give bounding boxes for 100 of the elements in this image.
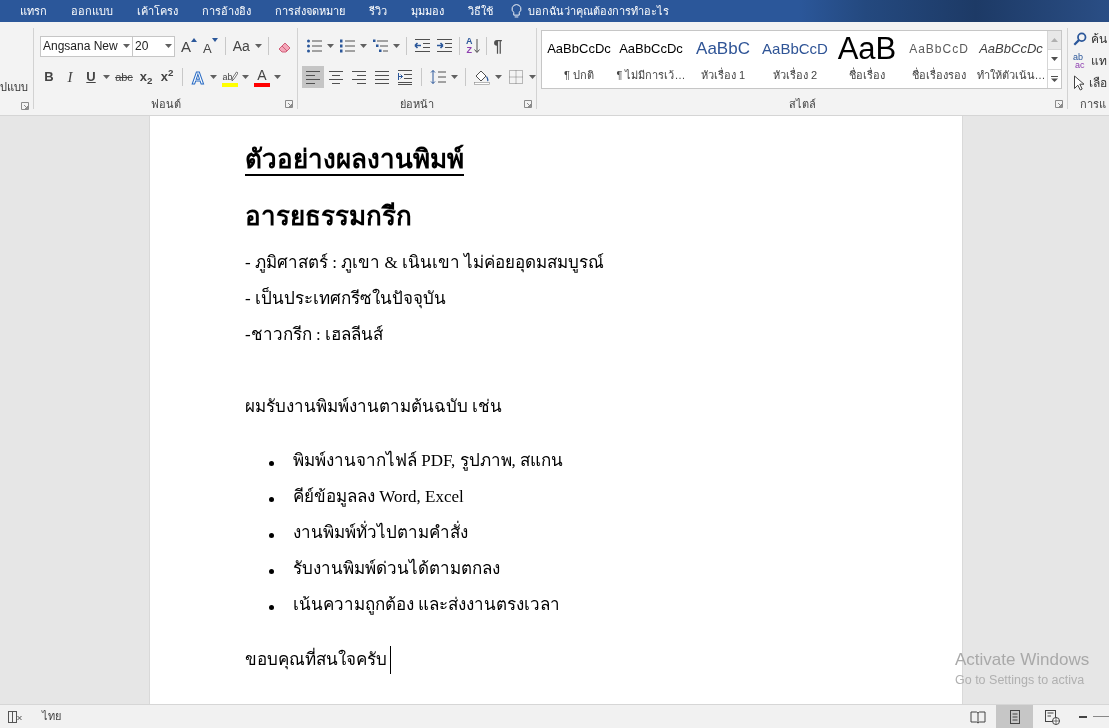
ribbon-tab[interactable]: เค้าโครง xyxy=(125,0,190,22)
language-indicator[interactable]: ไทย xyxy=(42,708,61,725)
subscript-button[interactable]: x$_{2}$ xyxy=(136,66,156,88)
globe-page-icon xyxy=(1043,708,1060,725)
dialog-launcher-icon[interactable] xyxy=(21,102,29,110)
bullet-icon xyxy=(269,568,274,574)
font-size-combo[interactable]: 20 xyxy=(133,35,175,57)
bullet-item-text: คีย์ข้อมูลลง Word, Excel xyxy=(293,486,464,509)
find-button[interactable]: ค้น xyxy=(1073,28,1109,50)
bullet-icon xyxy=(269,496,274,502)
style-preview: AaBbCcD xyxy=(762,39,828,59)
zoom-out-icon[interactable] xyxy=(1079,715,1087,718)
change-case-button[interactable]: Aa xyxy=(229,35,253,57)
style-label: ชื่อเรื่องรอง xyxy=(912,67,966,83)
dialog-launcher-icon[interactable] xyxy=(285,100,293,108)
align-left-icon xyxy=(305,69,321,85)
body-line: - ภูมิศาสตร์ : ภูเขา & เนินเขา ไม่ค่อยอุดมสมบูรณ์ xyxy=(245,251,605,275)
caret-icon[interactable] xyxy=(327,44,334,48)
caret-icon[interactable] xyxy=(254,44,262,48)
lightbulb-icon xyxy=(511,3,522,19)
style-preview: AaBbCcDc xyxy=(547,40,611,58)
font-color-button[interactable]: A xyxy=(252,66,272,88)
search-icon xyxy=(1073,32,1087,46)
proofing-icon[interactable] xyxy=(7,709,23,724)
show-marks-button[interactable]: ¶ xyxy=(490,35,506,57)
caret-icon[interactable] xyxy=(529,75,536,79)
bullet-item-text: เน้นความถูกต้อง และส่งงานตรงเวลา xyxy=(293,594,561,617)
ribbon-tab[interactable]: แทรก xyxy=(8,0,59,22)
dialog-launcher-icon[interactable] xyxy=(1055,100,1063,108)
ribbon-tab[interactable]: การอ้างอิง xyxy=(190,0,263,22)
book-icon xyxy=(969,708,986,725)
style-item[interactable]: AaBbCcD หัวเรื่อง 2 xyxy=(759,31,831,88)
down-arrow-icon xyxy=(473,38,480,54)
underline-button[interactable]: U xyxy=(81,66,101,88)
style-item[interactable]: AaBbCcD ชื่อเรื่องรอง xyxy=(903,31,975,88)
caret-icon[interactable] xyxy=(360,44,367,48)
style-item[interactable]: AaB ชื่อเรื่อง xyxy=(831,31,903,88)
pen-icon xyxy=(230,70,238,82)
shrink-font-button[interactable]: A xyxy=(200,35,221,57)
caret-icon[interactable] xyxy=(123,44,130,48)
line-spacing-icon xyxy=(430,69,446,85)
borders-grid-icon xyxy=(508,69,524,85)
paint-bucket-icon xyxy=(474,69,490,85)
highlight-button[interactable]: ab xyxy=(220,66,240,88)
ribbon-tab[interactable]: การส่งจดหมาย xyxy=(263,0,357,22)
ribbon-tab[interactable]: มุมมอง xyxy=(399,0,456,22)
bullet-icon xyxy=(269,460,274,466)
strikethrough-button[interactable]: abc xyxy=(113,66,135,88)
style-preview: AaBbC xyxy=(696,38,750,60)
style-preview: AaBbCcDc xyxy=(619,40,683,58)
dialog-launcher-icon[interactable] xyxy=(524,100,532,108)
style-preview: AaB xyxy=(837,34,897,64)
print-layout-button[interactable] xyxy=(996,705,1033,728)
grow-font-button[interactable]: A xyxy=(178,35,200,57)
activation-title: Activate Windows xyxy=(955,649,1090,671)
caret-icon[interactable] xyxy=(274,75,281,79)
group-label: การแ xyxy=(1080,97,1106,112)
style-label: หัวเรื่อง 2 xyxy=(772,67,818,83)
group-label: ย่อหน้า xyxy=(400,97,434,112)
superscript-button[interactable]: x$^{2}$ xyxy=(157,66,177,88)
style-item[interactable]: AaBbCcDc ¶ ปกติ xyxy=(543,31,615,88)
ribbon-tab[interactable]: วิธีใช้ xyxy=(456,0,505,22)
pointer-icon xyxy=(1073,75,1085,91)
font-name-combo[interactable]: Angsana New xyxy=(40,35,133,57)
style-label: ทำให้ตัวเน้น… xyxy=(976,68,1046,83)
tell-me-field[interactable]: บอกฉันว่าคุณต้องการทำอะไร xyxy=(528,2,748,20)
bullet-icon xyxy=(269,604,274,610)
bullet-item-text: รับงานพิมพ์ด่วนได้ตามตกลง xyxy=(293,557,500,580)
numbered-list-icon xyxy=(339,38,355,54)
scroll-down-icon xyxy=(1050,56,1059,63)
style-item[interactable]: AaBbC หัวเรื่อง 1 xyxy=(687,31,759,88)
style-label: หัวเรื่อง 1 xyxy=(700,67,746,83)
multilevel-list-icon xyxy=(372,38,388,54)
style-preview: AaBbCcD xyxy=(909,41,969,58)
align-left-button[interactable] xyxy=(302,66,324,88)
bullet-item-text: พิมพ์งานจากไฟล์ PDF, รูปภาพ, สแกน xyxy=(293,449,564,473)
caret-icon[interactable] xyxy=(495,75,502,79)
style-item[interactable]: AaBbCcDc ¶ ไม่มีการเว้… xyxy=(615,31,687,88)
italic-button[interactable]: I xyxy=(60,66,80,88)
format-painter-button[interactable]: ปแบบ xyxy=(0,78,28,96)
sort-button[interactable]: A Z xyxy=(464,35,482,57)
caret-icon[interactable] xyxy=(451,75,458,79)
style-item[interactable]: AaBbCcDc ทำให้ตัวเน้น… xyxy=(975,31,1047,88)
caret-icon[interactable] xyxy=(103,75,110,79)
caret-icon[interactable] xyxy=(165,44,172,48)
caret-icon[interactable] xyxy=(210,75,217,79)
align-center-icon xyxy=(328,69,344,85)
caret-icon[interactable] xyxy=(242,75,249,79)
bold-button[interactable]: B xyxy=(39,66,59,88)
distributed-icon xyxy=(397,69,413,85)
ribbon-tab[interactable]: รีวิว xyxy=(357,0,399,22)
increase-indent-icon xyxy=(436,38,452,54)
ribbon-tab[interactable]: ออกแบบ xyxy=(59,0,125,22)
down-triangle-icon xyxy=(211,38,218,42)
more-styles-icon xyxy=(1050,75,1059,82)
group-label: ฟอนต์ xyxy=(150,97,181,112)
caret-icon[interactable] xyxy=(393,44,400,48)
style-label: ชื่อเรื่อง xyxy=(849,67,885,83)
select-button[interactable]: เลือ xyxy=(1073,72,1109,94)
scroll-up-icon xyxy=(1050,37,1059,44)
